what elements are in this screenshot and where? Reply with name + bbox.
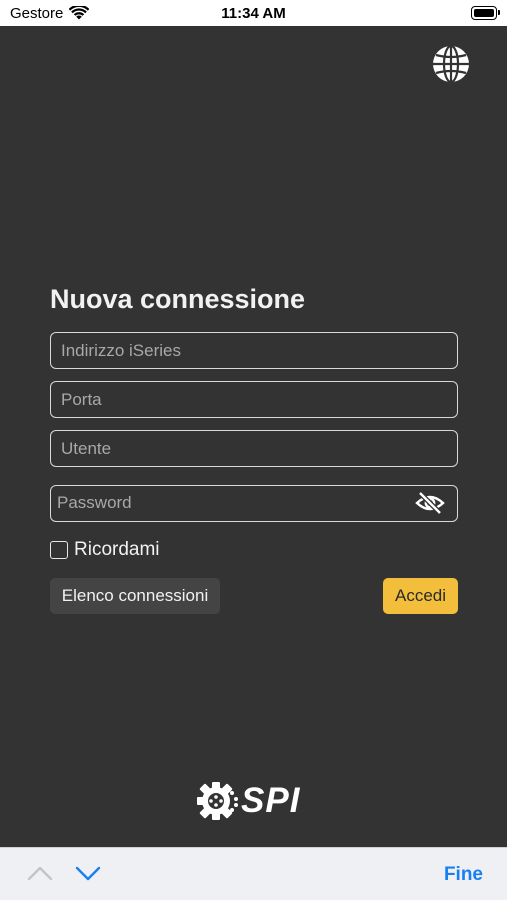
chevron-up-icon bbox=[27, 866, 53, 881]
brand-wordmark: SPI bbox=[241, 781, 301, 820]
username-input[interactable] bbox=[50, 430, 458, 467]
status-time: 11:34 AM bbox=[221, 5, 286, 22]
login-button[interactable]: Accedi bbox=[383, 578, 458, 614]
remember-me-label: Ricordami bbox=[74, 539, 160, 560]
remember-me-checkbox[interactable]: Ricordami bbox=[50, 539, 160, 561]
server-address-input[interactable] bbox=[50, 332, 458, 369]
chevron-down-icon[interactable] bbox=[75, 864, 101, 882]
connection-list-button[interactable]: Elenco connessioni bbox=[50, 578, 220, 614]
password-field bbox=[50, 485, 458, 522]
password-input[interactable] bbox=[51, 486, 401, 520]
globe-icon[interactable] bbox=[431, 44, 471, 84]
done-button[interactable]: Fine bbox=[444, 864, 483, 886]
gear-icon bbox=[197, 782, 238, 820]
main-panel: Nuova connessione Ricordami Elenco conne… bbox=[0, 26, 507, 847]
checkbox-box[interactable] bbox=[50, 541, 68, 559]
port-input[interactable] bbox=[50, 381, 458, 418]
eye-slash-icon[interactable] bbox=[415, 491, 445, 515]
brand-logo: SPI bbox=[196, 778, 316, 824]
battery-full-icon bbox=[471, 6, 500, 20]
login-screen: Gestore 11:34 AM Nuova connessione Indir… bbox=[0, 0, 507, 900]
keyboard-accessory-bar: Fine bbox=[0, 847, 507, 900]
status-bar: Gestore 11:34 AM bbox=[0, 0, 507, 26]
page-title: Nuova connessione bbox=[50, 284, 306, 314]
